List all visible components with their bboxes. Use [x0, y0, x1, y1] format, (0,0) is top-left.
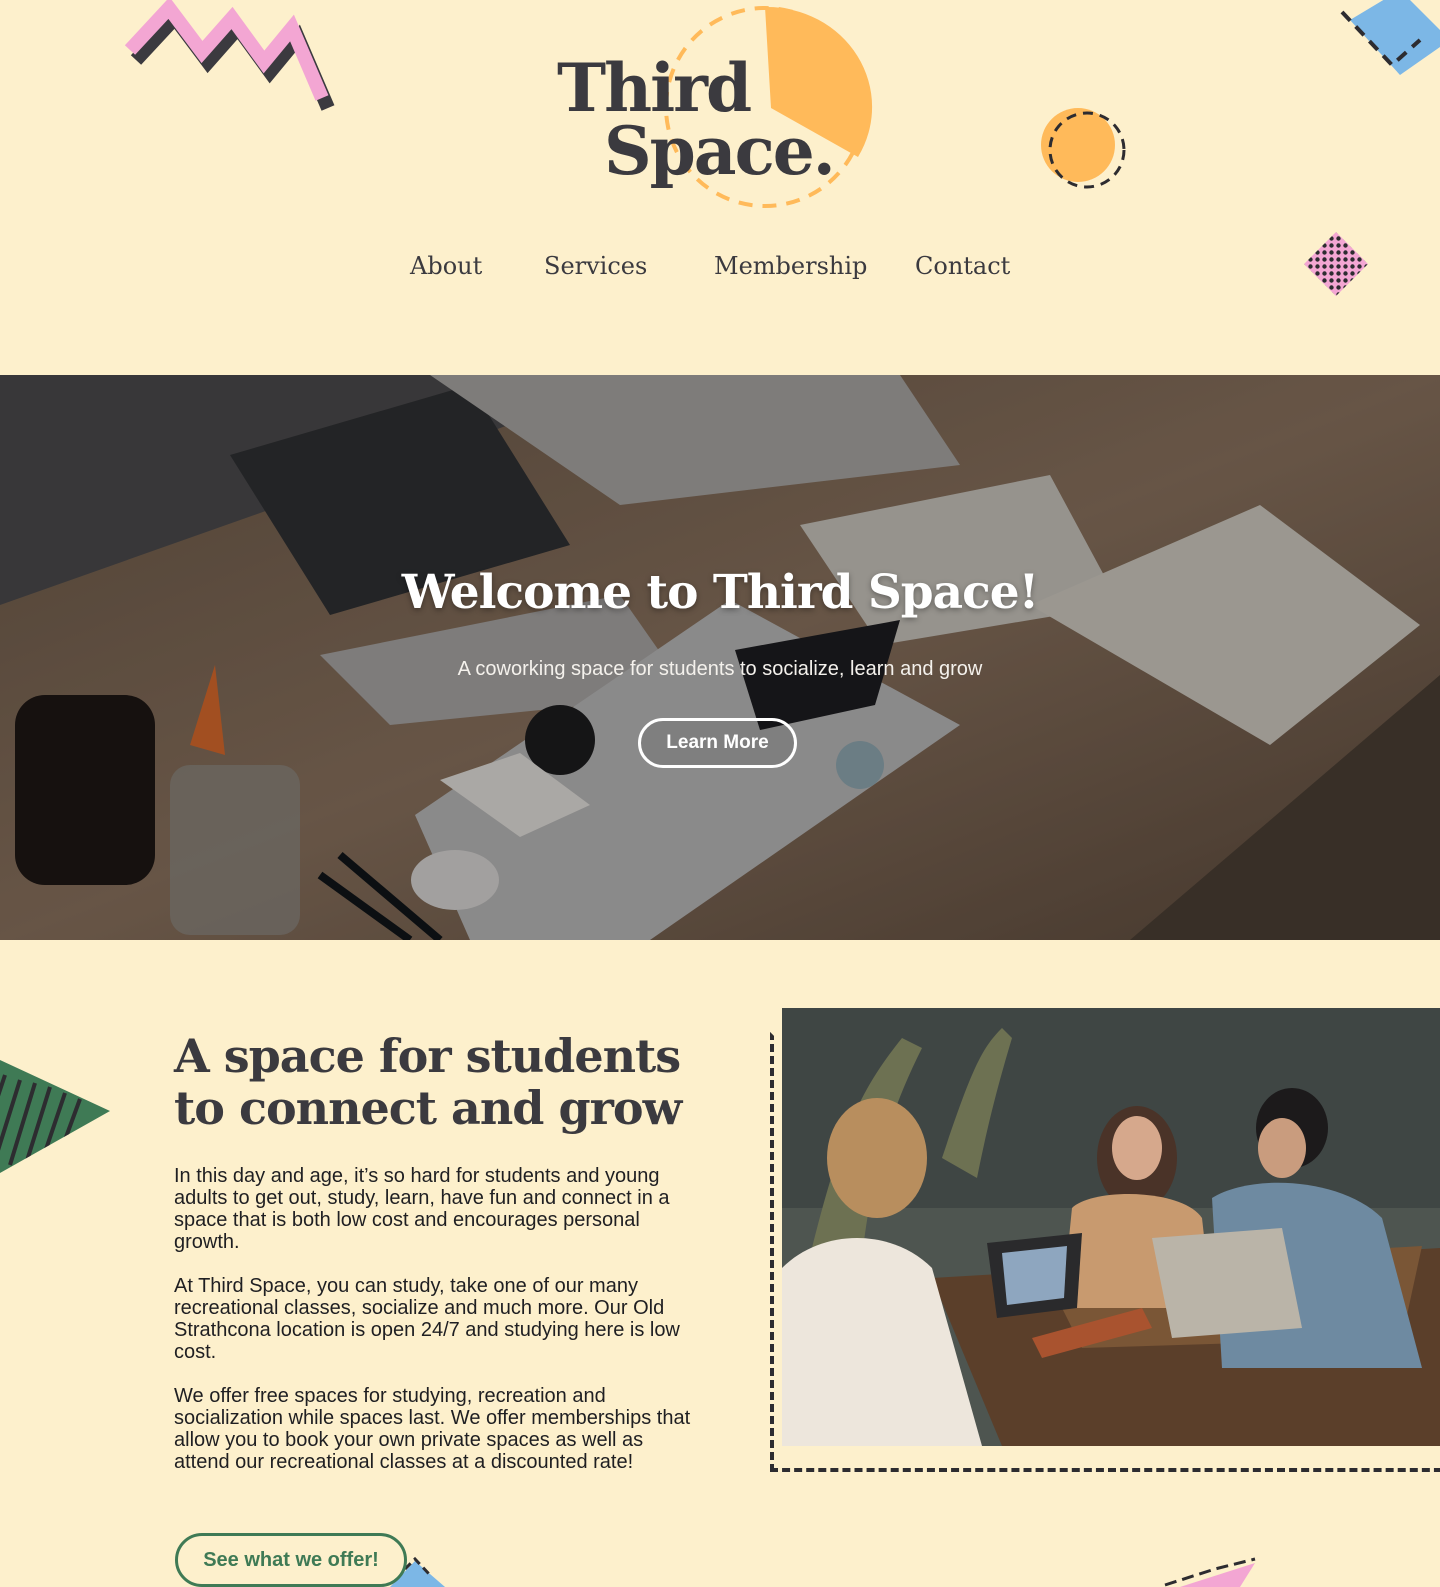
about-paragraph-2: At Third Space, you can study, take one … [174, 1275, 680, 1363]
hero-section: Welcome to Third Space! A coworking spac… [0, 375, 1440, 940]
hero-title: Welcome to Third Space! [401, 565, 1040, 620]
about-paragraph-3: We offer free spaces for studying, recre… [174, 1385, 691, 1473]
see-what-we-offer-button[interactable]: See what we offer! [175, 1533, 407, 1587]
nav-link-about[interactable]: About [410, 252, 482, 280]
about-paragraph-1: In this day and age, it’s so hard for st… [174, 1165, 670, 1253]
students-image [782, 1008, 1440, 1446]
learn-more-button[interactable]: Learn More [638, 718, 797, 768]
green-triangle-decoration [0, 1060, 110, 1173]
site-logo[interactable]: Third Space. [540, 0, 900, 215]
nav-link-membership[interactable]: Membership [714, 252, 867, 280]
pink-corner-decoration [1164, 1557, 1256, 1587]
blue-square-decoration [1340, 0, 1440, 75]
nav-link-services[interactable]: Services [544, 252, 647, 280]
orange-circle-decoration [1041, 108, 1126, 189]
about-title: A space for students to connect and grow [174, 1029, 682, 1135]
students-photo [782, 1008, 1440, 1446]
nav-link-contact[interactable]: Contact [915, 252, 1010, 280]
hero-subtitle: A coworking space for students to social… [457, 658, 983, 680]
main-nav: About Services Membership Contact [0, 252, 1440, 292]
pink-zigzag-decoration [124, 0, 335, 111]
logo-line-2: Space. [604, 112, 836, 190]
